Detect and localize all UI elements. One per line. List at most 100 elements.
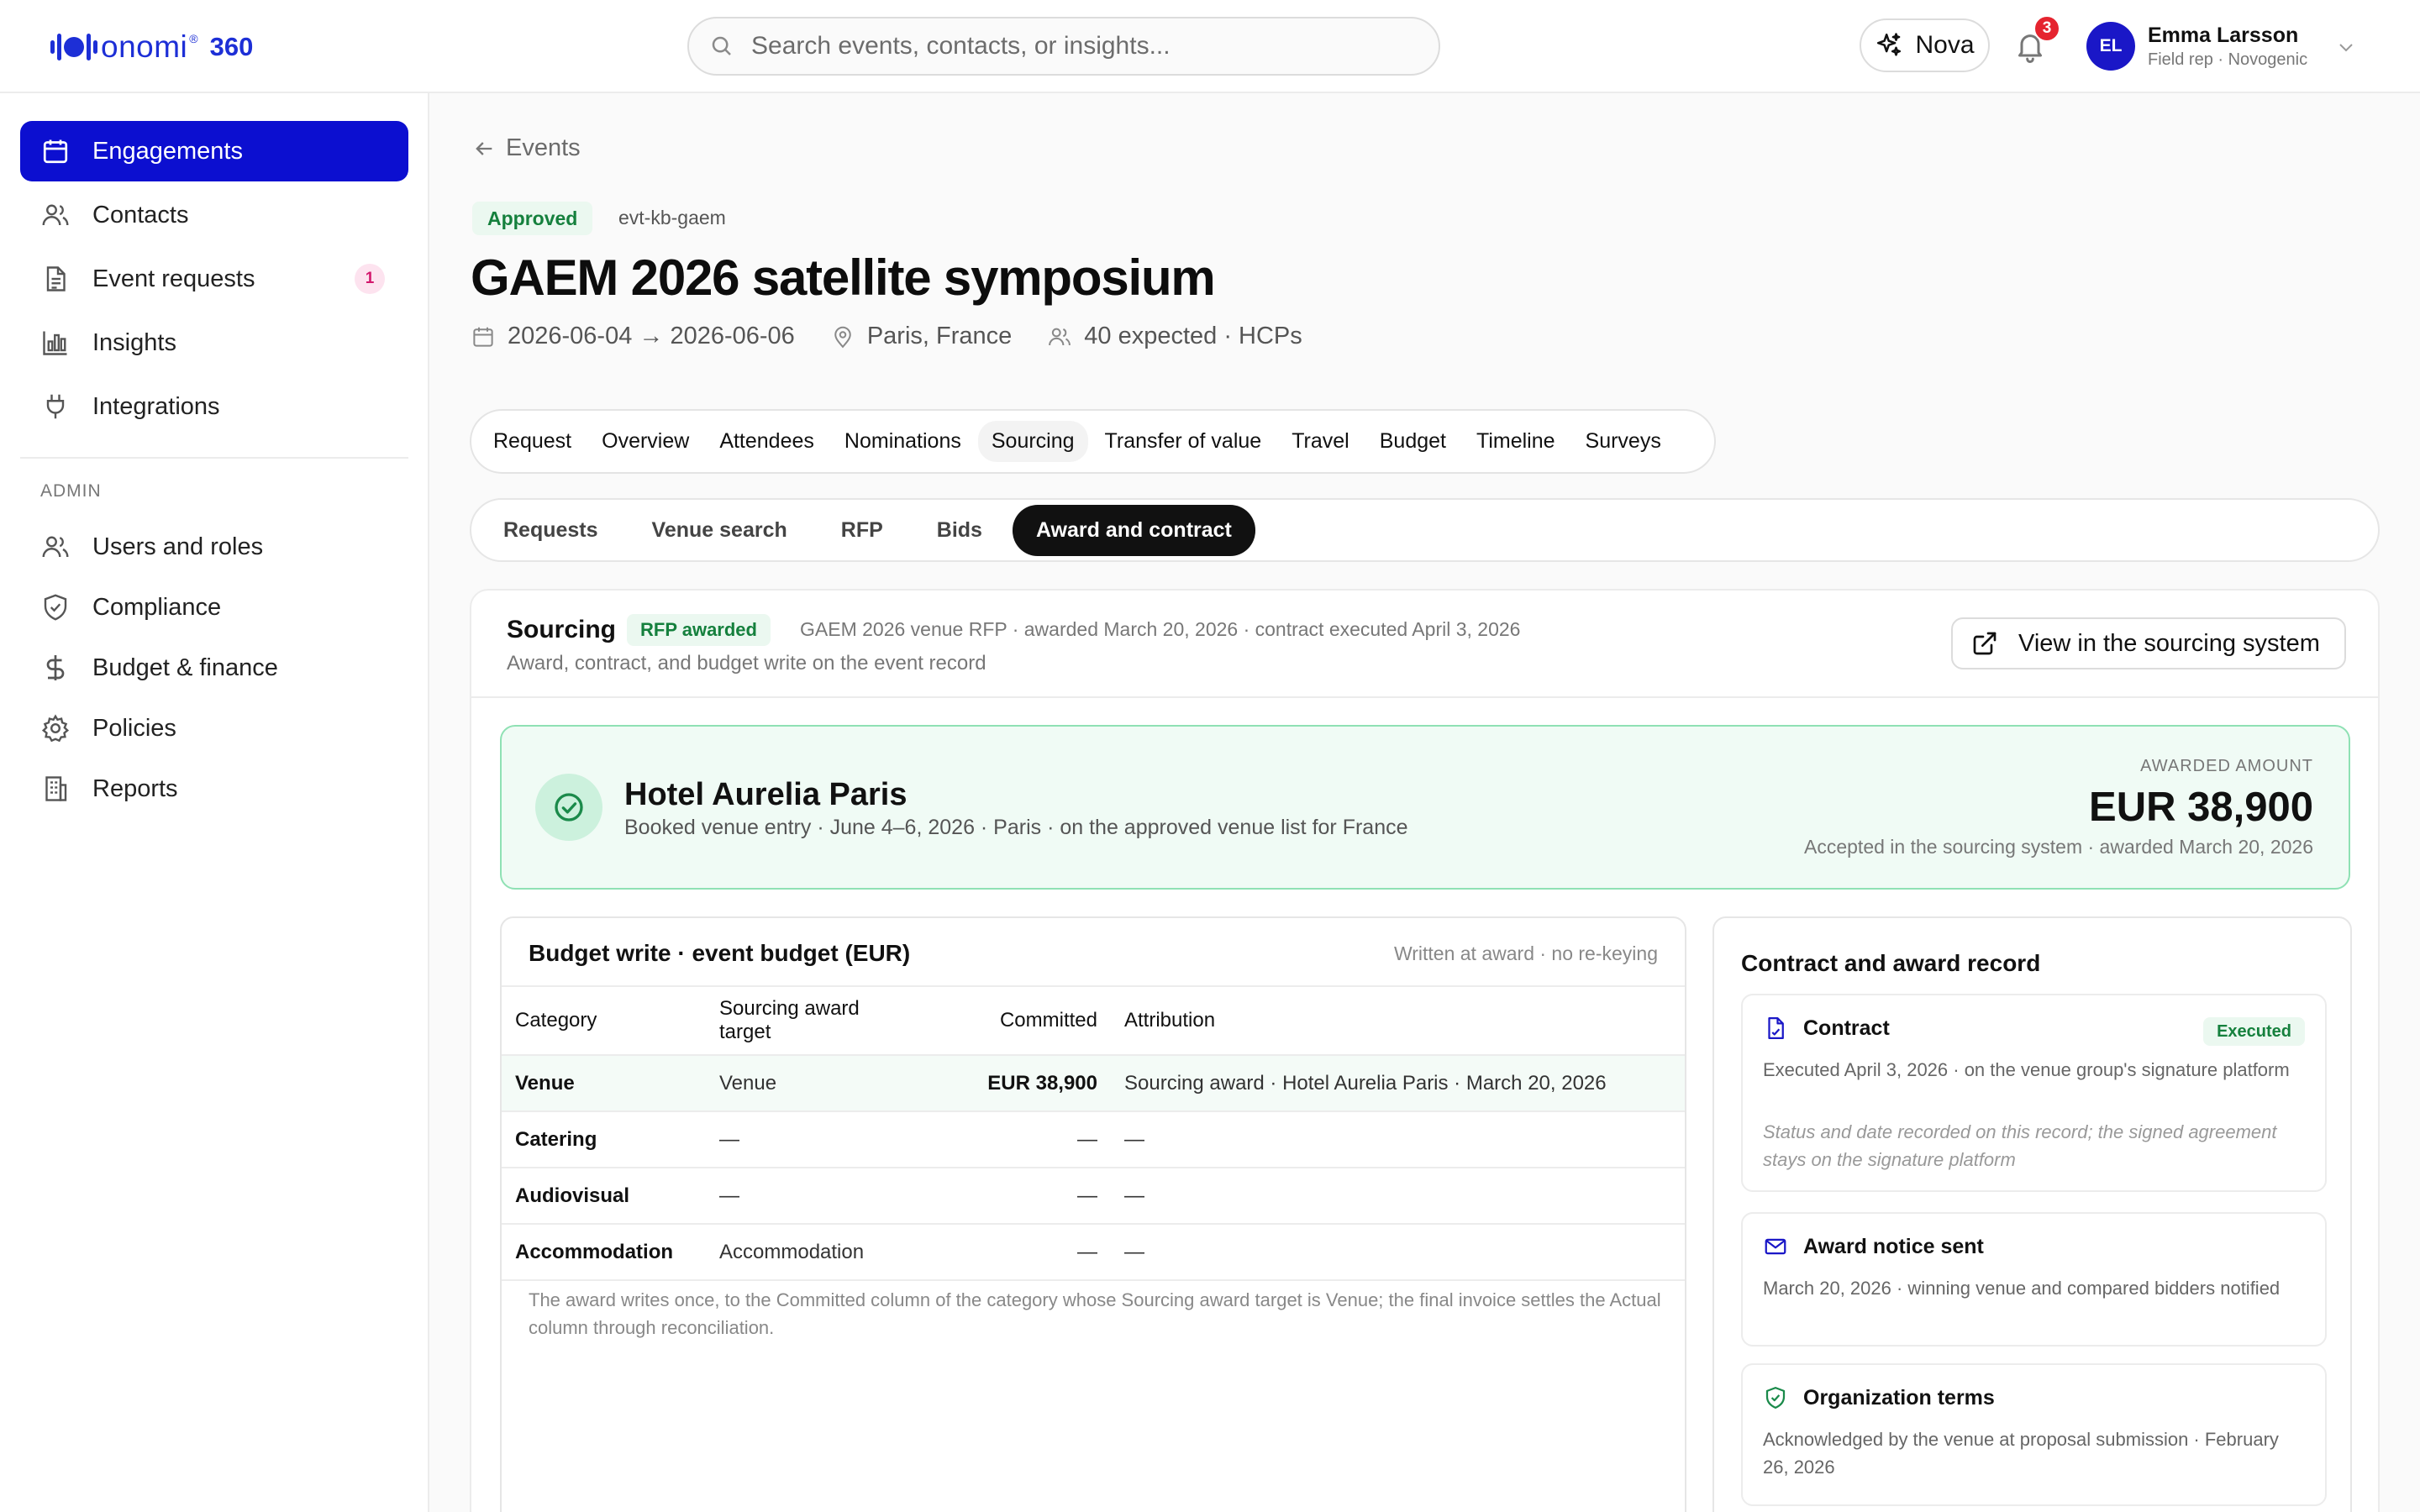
rfp-status-badge: RFP awarded xyxy=(627,614,771,646)
cell-committed: EUR 38,900 xyxy=(922,1054,1111,1111)
mail-icon xyxy=(1765,1238,1786,1255)
bar-chart-icon xyxy=(43,331,67,355)
table-row[interactable]: Accommodation Accommodation — — xyxy=(502,1223,1685,1281)
event-attendance: 40 expected · HCPs xyxy=(1047,323,1302,350)
cell-target: — xyxy=(706,1167,922,1224)
event-tabs: Request Overview Attendees Nominations S… xyxy=(470,409,1716,474)
sidebar: Engagements Contacts Event requests 1 In… xyxy=(0,93,429,1512)
award-check xyxy=(535,774,602,841)
column-header-committed: Committed xyxy=(922,985,1111,1055)
sidebar-item-event-requests[interactable]: Event requests 1 xyxy=(20,249,408,309)
tab-attendees[interactable]: Attendees xyxy=(719,429,814,454)
sidebar-item-label: Budget & finance xyxy=(92,654,278,681)
budget-table: Category Sourcing award target Committed… xyxy=(502,985,1685,1281)
users-icon xyxy=(42,204,69,226)
tab-request[interactable]: Request xyxy=(493,429,571,454)
record-header: Contract xyxy=(1763,1016,1890,1041)
tab-sourcing[interactable]: Sourcing xyxy=(977,421,1088,462)
sidebar-item-users-and-roles[interactable]: Users and roles xyxy=(20,517,408,577)
cell-attribution: — xyxy=(1111,1110,1685,1168)
subtab-venue-search[interactable]: Venue search xyxy=(652,518,787,543)
tab-budget[interactable]: Budget xyxy=(1380,429,1446,454)
budget-panel: Budget write · event budget (EUR) Writte… xyxy=(500,916,1686,1512)
plug-icon xyxy=(46,394,65,419)
user-name[interactable]: Emma Larsson xyxy=(2148,24,2298,48)
sidebar-item-integrations[interactable]: Integrations xyxy=(20,376,408,437)
tab-nominations[interactable]: Nominations xyxy=(844,429,961,454)
subtab-bids[interactable]: Bids xyxy=(937,518,982,543)
cell-attribution: Sourcing award · Hotel Aurelia Paris · M… xyxy=(1111,1054,1685,1111)
sidebar-item-label: Event requests xyxy=(92,265,255,292)
venue-description: Booked venue entry · June 4–6, 2026 · Pa… xyxy=(624,816,1408,839)
back-label: Events xyxy=(506,134,581,161)
table-row[interactable]: Venue Venue EUR 38,900 Sourcing award · … xyxy=(502,1054,1685,1111)
column-header-category: Category xyxy=(502,985,706,1055)
nova-button[interactable]: Nova xyxy=(1860,18,1990,72)
status-badge: Approved xyxy=(472,202,593,235)
sourcing-subtitle: Award, contract, and budget write on the… xyxy=(507,652,986,675)
award-notice-record[interactable]: Award notice sent March 20, 2026 · winni… xyxy=(1741,1212,2327,1347)
cell-committed: — xyxy=(922,1223,1111,1281)
record-title: Organization terms xyxy=(1803,1385,1995,1410)
cell-category: Accommodation xyxy=(502,1223,706,1281)
cell-category: Venue xyxy=(502,1054,706,1111)
search-input[interactable] xyxy=(751,32,1407,60)
tab-travel[interactable]: Travel xyxy=(1292,429,1349,454)
table-row[interactable]: Catering — — — xyxy=(502,1110,1685,1168)
sidebar-item-compliance[interactable]: Compliance xyxy=(20,577,408,638)
sidebar-divider xyxy=(20,457,408,459)
rfp-meta: GAEM 2026 venue RFP · awarded March 20, … xyxy=(800,618,1521,640)
event-code: evt-kb-gaem xyxy=(618,207,726,228)
subtab-requests[interactable]: Requests xyxy=(503,518,598,543)
tab-transfer-of-value[interactable]: Transfer of value xyxy=(1105,429,1262,454)
subtab-rfp[interactable]: RFP xyxy=(841,518,883,543)
avatar[interactable]: EL xyxy=(2086,22,2135,71)
users-icon xyxy=(42,536,69,558)
app-logo[interactable]: onomi ® 360 xyxy=(49,24,253,71)
users-icon xyxy=(1049,328,1071,345)
awarded-amount: EUR 38,900 xyxy=(2089,785,2313,830)
dollar-icon xyxy=(46,655,65,680)
search-icon xyxy=(712,36,731,55)
table-row[interactable]: Audiovisual — — — xyxy=(502,1167,1685,1224)
budget-title: Budget write · event budget (EUR) xyxy=(529,940,911,966)
cell-attribution: — xyxy=(1111,1167,1685,1224)
sourcing-card-header: Sourcing RFP awarded GAEM 2026 venue RFP… xyxy=(471,591,2378,698)
tab-timeline[interactable]: Timeline xyxy=(1476,429,1555,454)
sidebar-item-reports[interactable]: Reports xyxy=(20,759,408,819)
sourcing-subtabs: Requests Venue search RFP Bids Award and… xyxy=(470,498,2380,562)
check-circle-icon xyxy=(555,793,583,822)
sidebar-item-contacts[interactable]: Contacts xyxy=(20,185,408,245)
cell-category: Audiovisual xyxy=(502,1167,706,1224)
contract-record[interactable]: Contract Executed Executed April 3, 2026… xyxy=(1741,994,2327,1192)
calendar-icon xyxy=(43,139,68,164)
event-dates: 2026-06-04 → 2026-06-06 xyxy=(471,323,795,350)
sidebar-item-insights[interactable]: Insights xyxy=(20,312,408,373)
budget-note: Written at award · no re-keying xyxy=(1393,942,1658,964)
sidebar-item-label: Contacts xyxy=(92,201,189,228)
gear-icon xyxy=(41,714,70,743)
sidebar-item-label: Reports xyxy=(92,774,178,802)
budget-footnote: The award writes once, to the Committed … xyxy=(529,1289,1661,1338)
organization-terms-record[interactable]: Organization terms Acknowledged by the v… xyxy=(1741,1363,2327,1506)
record-note: Status and date recorded on this record;… xyxy=(1763,1121,2277,1170)
top-bar: onomi ® 360 Nova 3 EL Emma Larsson Field… xyxy=(0,0,2420,93)
sidebar-item-label: Policies xyxy=(92,714,176,742)
view-button-label: View in the sourcing system xyxy=(2018,629,2320,657)
event-location: Paris, France xyxy=(830,323,1012,350)
sidebar-item-budget-finance[interactable]: Budget & finance xyxy=(20,638,408,698)
chevron-down-icon[interactable] xyxy=(2336,37,2356,57)
cell-committed: — xyxy=(922,1110,1111,1168)
tab-overview[interactable]: Overview xyxy=(602,429,689,454)
back-to-events-link[interactable]: Events xyxy=(472,134,581,162)
shield-icon xyxy=(44,594,67,621)
awarded-amount-meta: Accepted in the sourcing system · awarde… xyxy=(1804,836,2313,858)
logo-mark-icon xyxy=(50,34,97,60)
sidebar-item-policies[interactable]: Policies xyxy=(20,698,408,759)
record-body: March 20, 2026 · winning venue and compa… xyxy=(1763,1278,2281,1299)
search-box[interactable] xyxy=(687,17,1440,76)
sidebar-item-engagements[interactable]: Engagements xyxy=(20,121,408,181)
subtab-award-and-contract[interactable]: Award and contract xyxy=(1012,504,1255,556)
tab-surveys[interactable]: Surveys xyxy=(1586,429,1661,454)
view-in-sourcing-system-button[interactable]: View in the sourcing system xyxy=(1951,617,2346,669)
